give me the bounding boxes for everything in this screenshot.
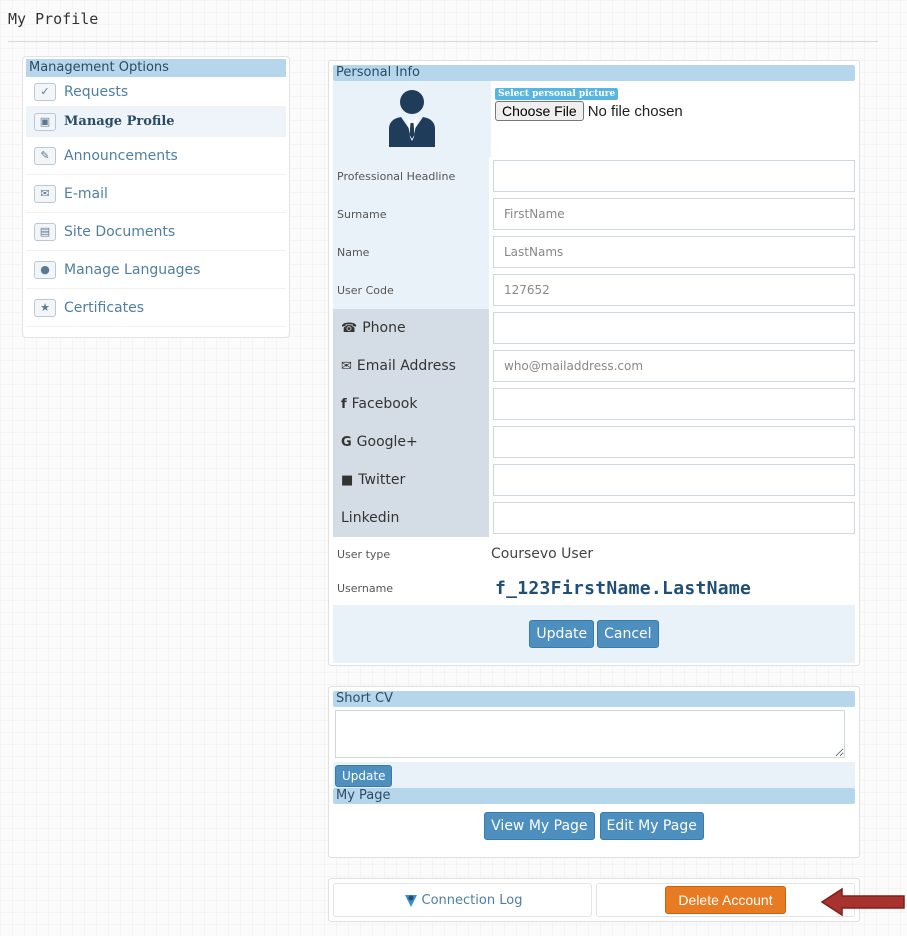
sidebar-item-email[interactable]: ✉ E-mail	[26, 175, 286, 213]
facebook-icon: f	[341, 396, 347, 412]
cv-update-button[interactable]: Update	[335, 765, 393, 787]
arrow-left-icon	[820, 887, 905, 917]
user-avatar-icon	[389, 90, 435, 147]
surname-row: Surname	[333, 195, 855, 233]
username-label: Username	[333, 571, 491, 605]
twitter-icon: ■	[341, 472, 354, 488]
headline-row: Professional Headline	[333, 157, 855, 195]
my-page-header: My Page	[333, 788, 855, 804]
phone-label: Phone	[362, 320, 406, 336]
edit-my-page-button[interactable]: Edit My Page	[599, 812, 704, 840]
email-input[interactable]	[493, 350, 855, 382]
linkedin-label: Linkedin	[341, 510, 400, 526]
surname-label: Surname	[333, 195, 489, 233]
delete-account-button[interactable]: Delete Account	[665, 886, 786, 914]
sidebar-item-label: Certificates	[64, 299, 145, 316]
sidebar-item-requests[interactable]: ✓ Requests	[26, 77, 286, 107]
username-value: f_123FirstName.LastName	[495, 577, 752, 599]
delete-account-cell: Delete Account	[596, 883, 855, 917]
short-cv-header: Short CV	[333, 691, 855, 707]
envelope-icon: ✉	[341, 358, 352, 374]
connection-log-label: Connection Log	[421, 892, 523, 908]
user-code-input[interactable]	[493, 274, 855, 306]
user-code-label: User Code	[333, 271, 489, 309]
twitter-label: Twitter	[358, 472, 406, 488]
username-row: Username f_123FirstName.LastName	[333, 571, 855, 605]
cancel-button[interactable]: Cancel	[597, 620, 659, 648]
twitter-input[interactable]	[493, 464, 855, 496]
choose-file-button[interactable]: Choose File	[495, 101, 584, 121]
headline-input[interactable]	[493, 160, 855, 192]
user-type-label: User type	[333, 537, 491, 571]
file-status: No file chosen	[587, 102, 683, 120]
email-row: ✉ Email Address	[333, 347, 855, 385]
personal-info-header: Personal Info	[333, 65, 855, 81]
google-input[interactable]	[493, 426, 855, 458]
sidebar-item-site-documents[interactable]: ▤ Site Documents	[26, 213, 286, 251]
linkedin-input[interactable]	[493, 502, 855, 534]
surname-input[interactable]	[493, 198, 855, 230]
linkedin-row: Linkedin	[333, 499, 855, 537]
announcement-icon: ✎	[34, 146, 56, 165]
user-code-row: User Code	[333, 271, 855, 309]
phone-input[interactable]	[493, 312, 855, 344]
page-title: My Profile	[8, 10, 878, 42]
picture-row: Select personal picture Choose File No f…	[333, 81, 855, 157]
sidebar-item-manage-profile[interactable]: ▣ Manage Profile	[26, 107, 286, 137]
phone-icon: ☎	[341, 320, 358, 336]
avatar	[333, 81, 491, 157]
connection-log-icon	[404, 895, 417, 907]
document-check-icon: ✓	[34, 82, 56, 101]
google-label: Google+	[356, 434, 418, 450]
google-row: G Google+	[333, 423, 855, 461]
facebook-label: Facebook	[351, 396, 418, 412]
name-input[interactable]	[493, 236, 855, 268]
certificate-icon: ★	[34, 298, 56, 317]
user-type-value: Coursevo User	[491, 546, 594, 562]
globe-icon: ●	[34, 260, 56, 279]
email-label: Email Address	[356, 358, 456, 374]
connection-log-link[interactable]: Connection Log	[333, 883, 592, 917]
short-cv-textarea[interactable]	[335, 710, 845, 758]
sidebar-item-label: Requests	[64, 83, 129, 100]
sidebar-item-label: Site Documents	[64, 223, 176, 240]
name-label: Name	[333, 233, 489, 271]
personal-info-actions: Update Cancel	[333, 605, 855, 663]
name-row: Name	[333, 233, 855, 271]
view-my-page-button[interactable]: View My Page	[484, 812, 595, 840]
profile-card-icon: ▣	[34, 112, 56, 131]
sidebar-item-label: Manage Languages	[64, 261, 201, 278]
account-actions: Connection Log Delete Account	[328, 878, 860, 922]
sidebar-header: Management Options	[26, 59, 286, 77]
mail-icon: ✉	[34, 184, 56, 203]
twitter-row: ■ Twitter	[333, 461, 855, 499]
headline-label: Professional Headline	[333, 157, 489, 195]
sidebar-item-announcements[interactable]: ✎ Announcements	[26, 137, 286, 175]
sidebar-item-label: Announcements	[64, 147, 178, 164]
facebook-row: f Facebook	[333, 385, 855, 423]
sidebar-item-manage-languages[interactable]: ● Manage Languages	[26, 251, 286, 289]
sidebar-item-label: E-mail	[64, 185, 108, 202]
short-cv-panel: Short CV Update My Page View My Page Edi…	[328, 686, 860, 858]
facebook-input[interactable]	[493, 388, 855, 420]
user-type-row: User type Coursevo User	[333, 537, 855, 571]
sidebar-item-certificates[interactable]: ★ Certificates	[26, 289, 286, 327]
google-icon: G	[341, 434, 352, 450]
picture-label: Select personal picture	[495, 88, 619, 100]
management-sidebar: Management Options ✓ Requests ▣ Manage P…	[22, 56, 290, 338]
personal-info-panel: Personal Info Select personal picture Ch…	[328, 60, 860, 666]
update-button[interactable]: Update	[529, 620, 595, 648]
phone-row: ☎ Phone	[333, 309, 855, 347]
sidebar-item-label: Manage Profile	[64, 114, 175, 129]
documents-icon: ▤	[34, 222, 56, 241]
